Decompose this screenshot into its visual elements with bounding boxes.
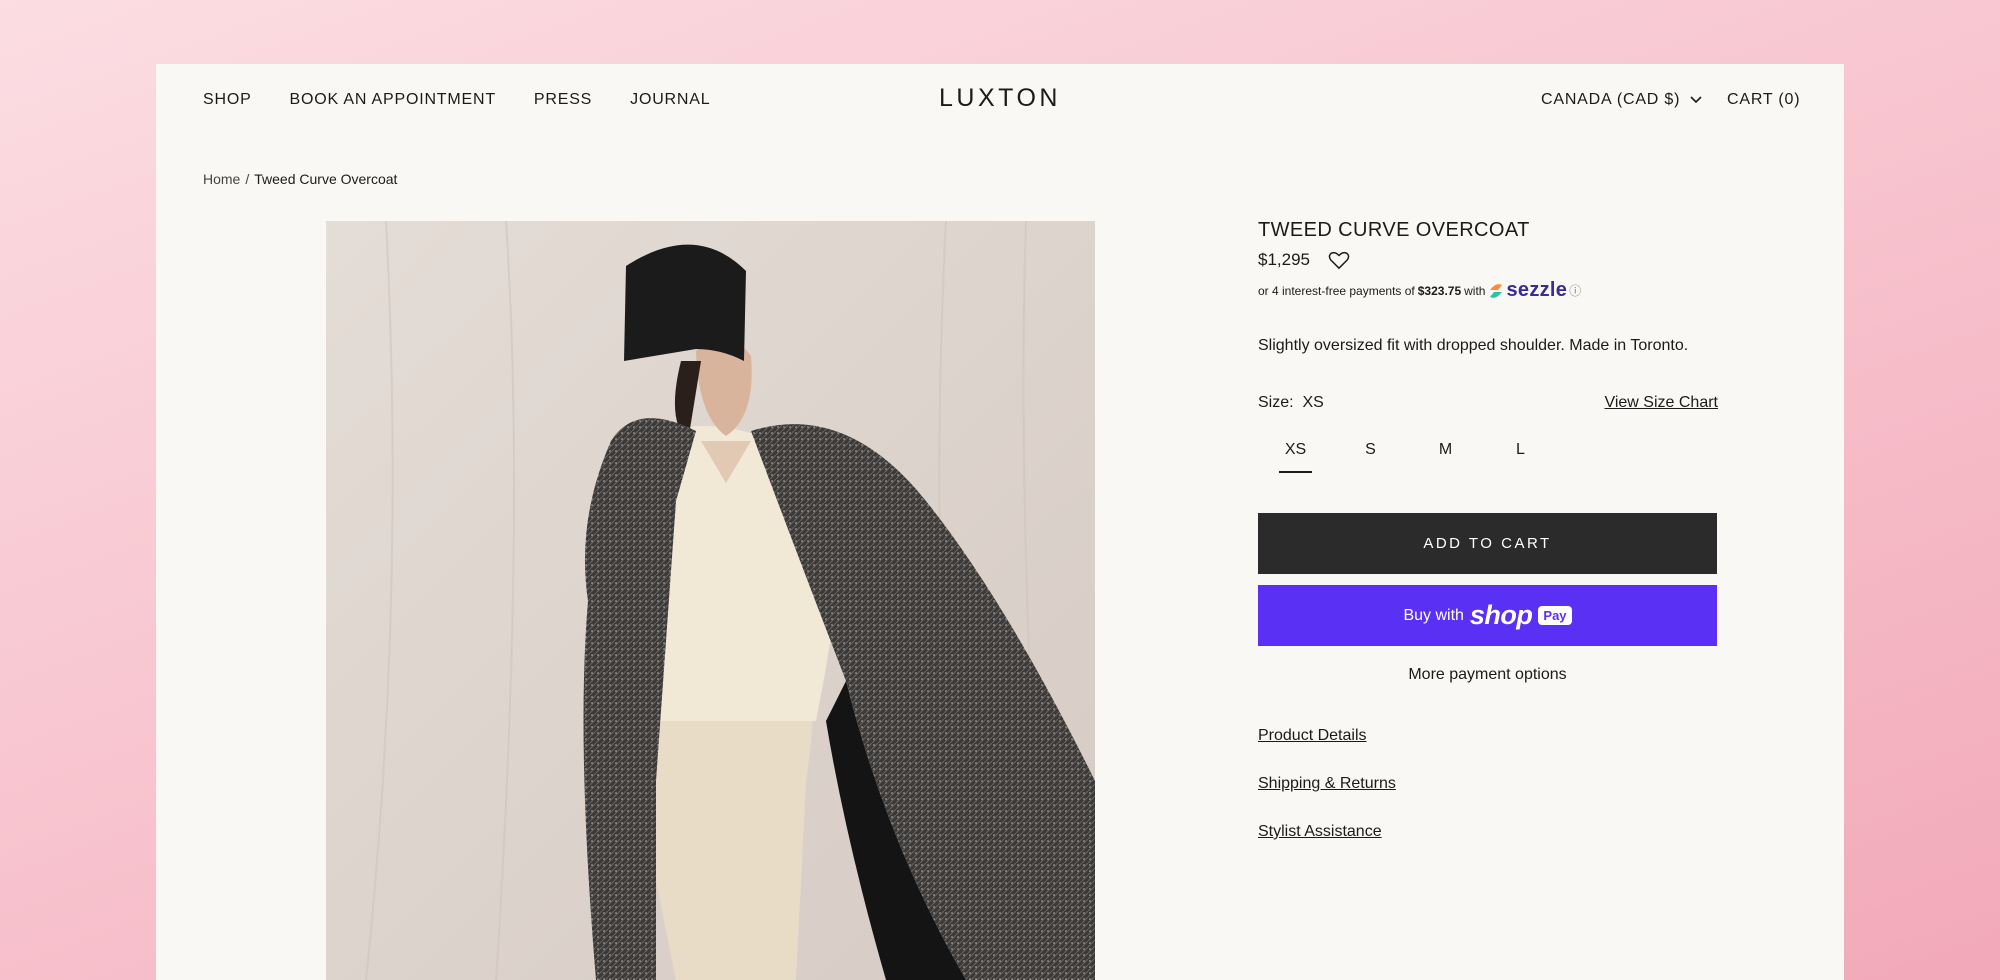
- size-option-xs[interactable]: XS: [1258, 441, 1333, 481]
- product-title: TWEED CURVE OVERCOAT: [1258, 219, 1530, 241]
- size-option-s[interactable]: S: [1333, 441, 1408, 481]
- product-details-link[interactable]: Product Details: [1258, 727, 1396, 745]
- size-option-m[interactable]: M: [1408, 441, 1483, 481]
- size-options: XS S M L: [1258, 441, 1558, 481]
- chevron-down-icon: [1690, 96, 1702, 104]
- product-price: $1,295: [1258, 250, 1310, 269]
- price-row: $1,295: [1258, 250, 1350, 270]
- sezzle-prefix: or 4 interest-free payments of: [1258, 283, 1415, 298]
- size-chart-link[interactable]: View Size Chart: [1604, 394, 1718, 412]
- heart-icon[interactable]: [1328, 250, 1350, 270]
- breadcrumb: Home / Tweed Curve Overcoat: [203, 171, 397, 187]
- sezzle-amount: $323.75: [1417, 283, 1462, 298]
- country-label: CANADA (CAD $): [1541, 91, 1681, 108]
- size-option-label: S: [1365, 441, 1376, 458]
- shop-pay-badge: Pay: [1538, 606, 1572, 625]
- sezzle-mark-icon: [1490, 283, 1503, 298]
- shop-pay-button[interactable]: Buy with shop Pay: [1258, 585, 1717, 646]
- size-option-l[interactable]: L: [1483, 441, 1558, 481]
- product-accordion-links: Product Details Shipping & Returns Styli…: [1258, 727, 1396, 871]
- shop-pay-logo: shop: [1469, 600, 1533, 630]
- sezzle-with: with: [1464, 283, 1486, 298]
- info-icon[interactable]: ⓘ: [1569, 282, 1581, 299]
- sezzle-installments: or 4 interest-free payments of $323.75 w…: [1258, 279, 1581, 302]
- size-option-label: M: [1438, 441, 1453, 458]
- country-selector[interactable]: CANADA (CAD $): [1541, 91, 1702, 109]
- model-photo: [326, 221, 1095, 980]
- product-description: Slightly oversized fit with dropped shou…: [1258, 337, 1689, 354]
- sezzle-brand: sezzle: [1506, 279, 1568, 301]
- add-to-cart-button[interactable]: ADD TO CART: [1258, 513, 1717, 574]
- size-option-label: L: [1516, 441, 1525, 458]
- selected-size: XS: [1302, 394, 1324, 411]
- shop-pay-buy-with: Buy with: [1403, 606, 1464, 624]
- size-label-group: Size: XS: [1258, 394, 1324, 412]
- size-label: Size:: [1258, 394, 1294, 411]
- breadcrumb-separator: /: [245, 171, 250, 187]
- size-option-label: XS: [1278, 441, 1313, 473]
- cart-link[interactable]: CART (0): [1727, 91, 1800, 109]
- product-image[interactable]: [326, 221, 1095, 980]
- shipping-returns-link[interactable]: Shipping & Returns: [1258, 775, 1396, 793]
- more-payment-options-link[interactable]: More payment options: [1258, 666, 1717, 684]
- page-container: SHOP BOOK AN APPOINTMENT PRESS JOURNAL L…: [156, 64, 1844, 980]
- breadcrumb-current: Tweed Curve Overcoat: [254, 171, 398, 187]
- sezzle-logo: sezzle: [1488, 279, 1567, 302]
- breadcrumb-home[interactable]: Home: [203, 171, 240, 187]
- stylist-assistance-link[interactable]: Stylist Assistance: [1258, 823, 1396, 841]
- size-row: Size: XS View Size Chart: [1258, 394, 1718, 412]
